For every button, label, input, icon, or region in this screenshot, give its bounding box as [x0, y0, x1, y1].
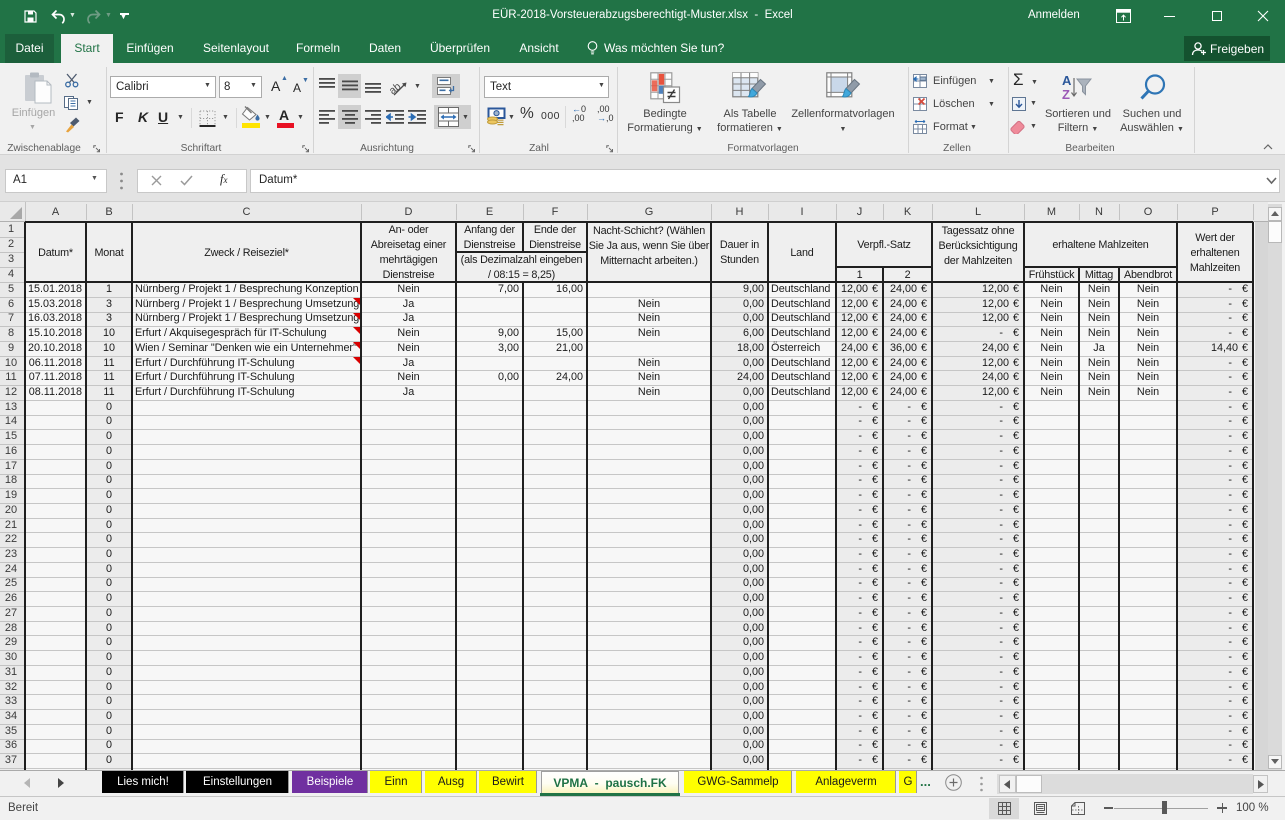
svg-text:Z: Z — [1062, 87, 1070, 102]
svg-text:A: A — [1062, 74, 1072, 88]
